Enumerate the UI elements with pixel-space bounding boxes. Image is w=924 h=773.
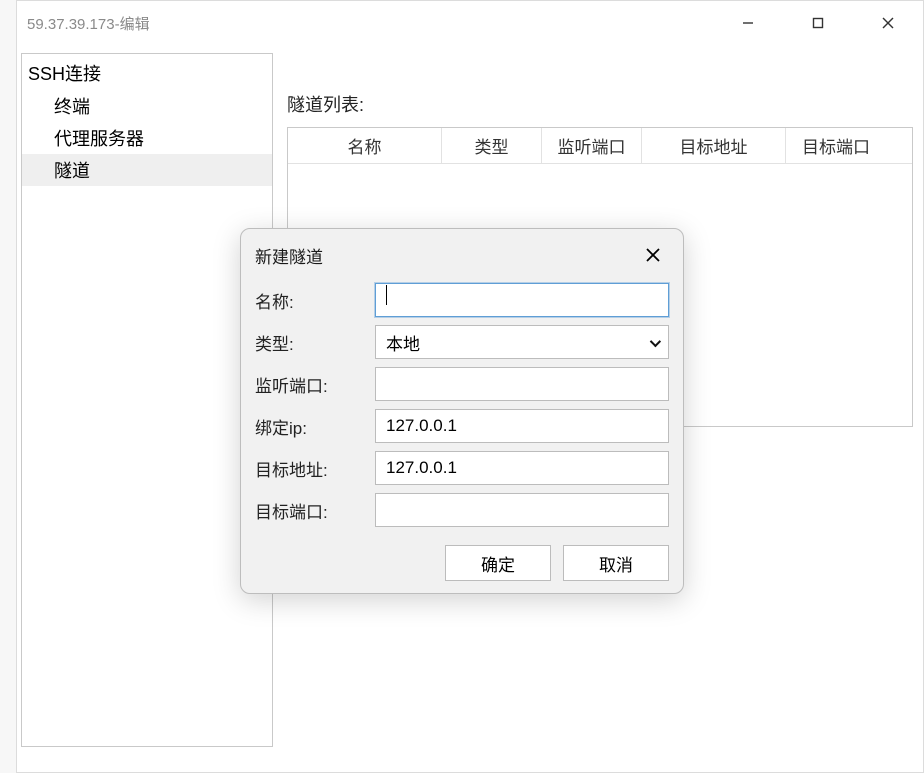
- ok-button[interactable]: 确定: [445, 545, 551, 581]
- tunnel-list-label: 隧道列表:: [287, 91, 913, 117]
- select-type-value: 本地: [386, 330, 420, 355]
- input-target-port[interactable]: [375, 493, 669, 527]
- input-name[interactable]: [375, 283, 669, 317]
- input-target-addr[interactable]: [375, 451, 669, 485]
- dialog-close-button[interactable]: [639, 241, 667, 269]
- settings-tree[interactable]: SSH连接 终端 代理服务器 隧道: [21, 53, 273, 747]
- select-type[interactable]: 本地: [375, 325, 669, 359]
- col-name[interactable]: 名称: [288, 128, 442, 163]
- col-type[interactable]: 类型: [442, 128, 542, 163]
- tunnel-table-header: 名称 类型 监听端口 目标地址 目标端口: [288, 128, 912, 164]
- label-name: 名称:: [255, 288, 375, 313]
- close-icon: [645, 247, 661, 263]
- col-target-port[interactable]: 目标端口: [786, 128, 886, 163]
- input-listen-port[interactable]: [375, 367, 669, 401]
- label-target-addr: 目标地址:: [255, 456, 375, 481]
- tree-item-terminal[interactable]: 终端: [22, 90, 272, 122]
- chevron-down-icon: [650, 332, 658, 352]
- tree-item-proxy[interactable]: 代理服务器: [22, 122, 272, 154]
- label-listen-port: 监听端口:: [255, 372, 375, 397]
- label-type: 类型:: [255, 330, 375, 355]
- dialog-form: 名称: 类型: 本地 监听端口: 绑定ip: 目标地址: 目标端口:: [241, 277, 683, 539]
- close-icon: [882, 17, 894, 29]
- window-title: 59.37.39.173-编辑: [27, 13, 150, 34]
- minimize-icon: [742, 17, 754, 29]
- col-listen-port[interactable]: 监听端口: [542, 128, 642, 163]
- dialog-header: 新建隧道: [241, 229, 683, 277]
- titlebar: 59.37.39.173-编辑: [17, 1, 923, 45]
- tree-root-ssh[interactable]: SSH连接: [22, 54, 272, 90]
- new-tunnel-dialog: 新建隧道 名称: 类型: 本地 监听端口: 绑定ip: 目标地址:: [240, 228, 684, 594]
- maximize-icon: [812, 17, 824, 29]
- minimize-button[interactable]: [713, 1, 783, 45]
- dialog-button-row: 确定 取消: [241, 539, 683, 581]
- close-button[interactable]: [853, 1, 923, 45]
- maximize-button[interactable]: [783, 1, 853, 45]
- dialog-title: 新建隧道: [255, 243, 323, 268]
- input-bind-ip[interactable]: [375, 409, 669, 443]
- label-target-port: 目标端口:: [255, 498, 375, 523]
- text-caret: [386, 285, 387, 305]
- col-target-addr[interactable]: 目标地址: [642, 128, 786, 163]
- window-controls: [713, 1, 923, 45]
- tree-item-tunnel[interactable]: 隧道: [22, 154, 272, 186]
- label-bind-ip: 绑定ip:: [255, 414, 375, 439]
- cancel-button[interactable]: 取消: [563, 545, 669, 581]
